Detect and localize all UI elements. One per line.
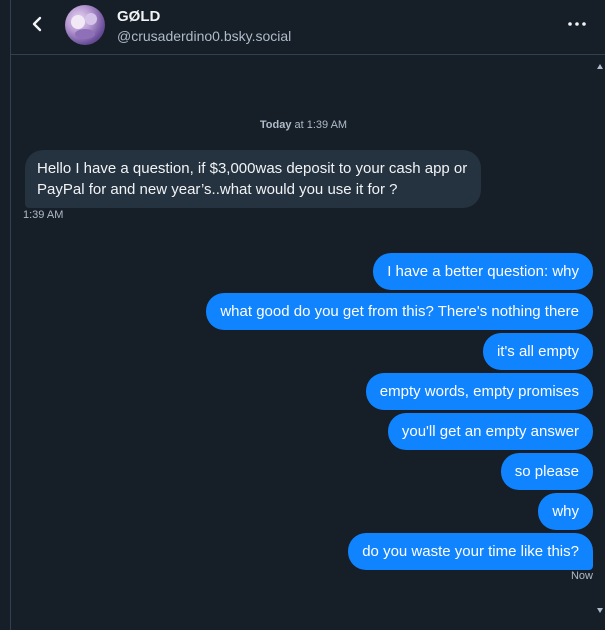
avatar[interactable] xyxy=(65,5,105,45)
more-options-button[interactable] xyxy=(565,14,589,34)
scrollbar[interactable] xyxy=(594,56,605,630)
incoming-message[interactable]: Hello I have a question, if $3,000was de… xyxy=(25,150,481,208)
chat-window: GØLD @crusaderdino0.bsky.social Today at… xyxy=(10,0,605,630)
outgoing-message[interactable]: I have a better question: why xyxy=(373,253,593,290)
conversation-header: GØLD @crusaderdino0.bsky.social xyxy=(11,0,605,55)
scroll-down-arrow[interactable] xyxy=(597,608,603,613)
divider-time: at 1:39 AM xyxy=(291,119,348,131)
scroll-up-arrow[interactable] xyxy=(597,64,603,69)
outgoing-message[interactable]: what good do you get from this? There's … xyxy=(206,293,593,330)
outgoing-message[interactable]: empty words, empty promises xyxy=(365,373,593,410)
message-time: 1:39 AM xyxy=(23,209,64,221)
contact-handle[interactable]: @crusaderdino0.bsky.social xyxy=(117,28,291,44)
divider-day: Today xyxy=(259,119,292,131)
chevron-left-icon xyxy=(32,16,42,32)
ellipsis-icon xyxy=(568,22,586,26)
back-button[interactable] xyxy=(25,12,49,36)
message-time: Now xyxy=(570,570,593,582)
outgoing-message[interactable]: why xyxy=(538,493,593,530)
outgoing-message[interactable]: so please xyxy=(500,453,593,490)
contact-name[interactable]: GØLD xyxy=(117,8,160,25)
outgoing-message[interactable]: you'll get an empty answer xyxy=(387,413,593,450)
outgoing-message[interactable]: do you waste your time like this? xyxy=(348,533,593,570)
outgoing-message[interactable]: it's all empty xyxy=(482,333,593,370)
date-divider: Today at 1:39 AM xyxy=(11,119,596,131)
